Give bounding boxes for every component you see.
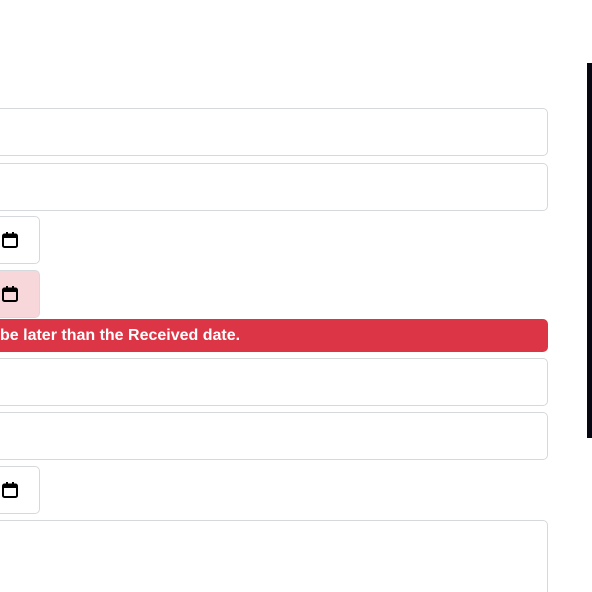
side-panel: [587, 63, 592, 438]
text-input-3[interactable]: [0, 358, 548, 406]
received-date-input[interactable]: [0, 216, 40, 264]
date-input-3[interactable]: [0, 466, 40, 514]
text-input-4[interactable]: [0, 412, 548, 460]
calendar-icon[interactable]: [1, 285, 19, 303]
text-input-2[interactable]: [0, 163, 548, 211]
calendar-icon[interactable]: [1, 231, 19, 249]
form-page: be later than the Received date.: [0, 0, 592, 592]
invalid-date-input[interactable]: [0, 270, 40, 318]
date-validation-error: be later than the Received date.: [0, 319, 548, 352]
calendar-icon[interactable]: [1, 481, 19, 499]
notes-textarea[interactable]: [0, 520, 548, 592]
text-input-1[interactable]: [0, 108, 548, 156]
